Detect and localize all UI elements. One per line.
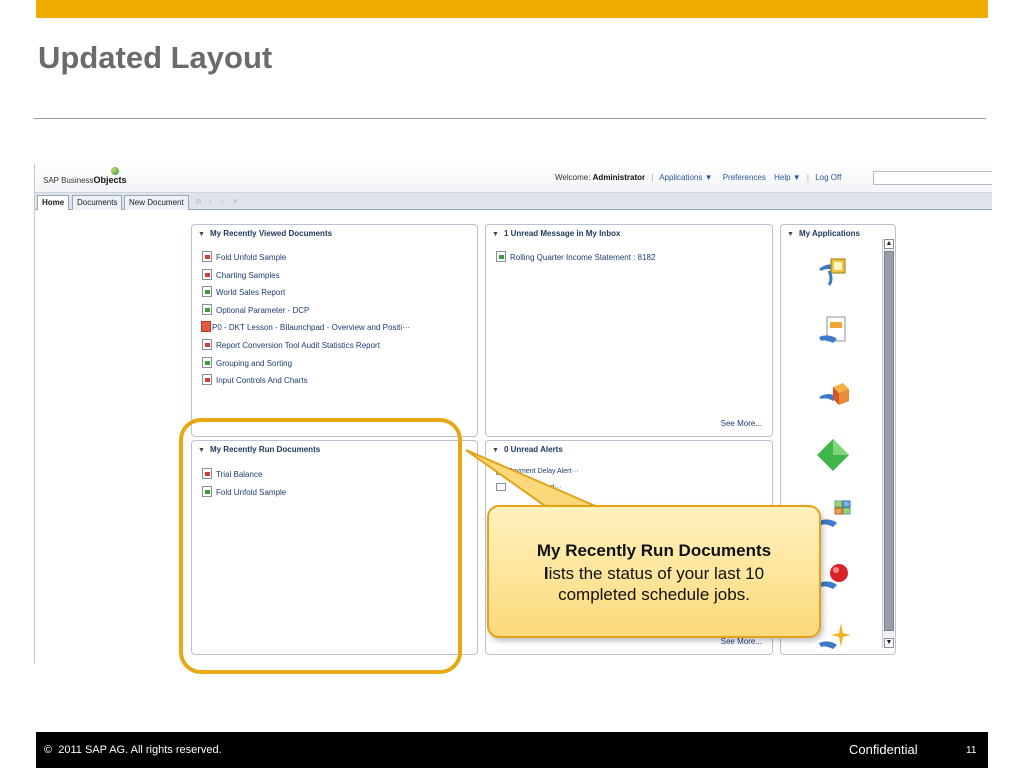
- green-report-icon: [202, 357, 212, 368]
- brand-logo-icon: [111, 167, 119, 175]
- brand-suffix: Objects: [93, 175, 127, 185]
- list-item[interactable]: Alert···: [496, 483, 561, 491]
- list-item[interactable]: Fold Unfold Sample: [202, 251, 286, 262]
- tab-prev-icon[interactable]: ‹: [209, 197, 212, 206]
- help-menu[interactable]: Help: [774, 173, 790, 182]
- list-item[interactable]: Input Controls And Charts: [202, 374, 308, 385]
- tab-documents[interactable]: Documents: [72, 195, 123, 210]
- applications-scrollbar[interactable]: ▲ ▼: [882, 239, 894, 648]
- copyright: © 2011 SAP AG. All rights reserved.: [44, 744, 222, 756]
- green-report-icon: [496, 251, 506, 262]
- red-report-icon: [202, 339, 212, 350]
- green-report-icon: [202, 304, 212, 315]
- list-item[interactable]: World Sales Report: [202, 286, 285, 297]
- tab-close-icon[interactable]: ×: [233, 197, 238, 206]
- list-item[interactable]: P0 - DKT Lesson - BIlaunchpad - Overview…: [201, 321, 410, 332]
- scrollbar-thumb[interactable]: [884, 251, 894, 631]
- callout-box: My Recently Run Documents lists the stat…: [487, 505, 821, 638]
- copyright-symbol: ©: [44, 744, 53, 756]
- recently-viewed-panel: ▼ My Recently Viewed Documents Fold Unfol…: [191, 224, 478, 437]
- report-writer-icon[interactable]: [815, 313, 851, 349]
- callout-body: lists the status of your last 10 complet…: [504, 563, 804, 605]
- footer: © 2011 SAP AG. All rights reserved. Conf…: [36, 732, 988, 768]
- collapse-caret-icon[interactable]: ▼: [787, 231, 794, 238]
- tab-home[interactable]: Home: [37, 195, 70, 210]
- brand-prefix: SAP Business: [43, 176, 94, 185]
- list-item[interactable]: Payment Delay Alert···: [496, 466, 578, 475]
- cube-icon[interactable]: [815, 377, 851, 413]
- powerpoint-icon: [201, 321, 211, 332]
- collapse-caret-icon[interactable]: ▼: [492, 231, 499, 238]
- tab-next-icon[interactable]: ›: [221, 197, 224, 206]
- diamond-icon[interactable]: [815, 437, 851, 473]
- copyright-text: 2011 SAP AG. All rights reserved.: [58, 744, 222, 756]
- page-number: 11: [966, 745, 977, 756]
- tab-new-document[interactable]: New Document: [124, 195, 189, 210]
- panel-title: My Applications: [798, 229, 860, 238]
- slide-title: Updated Layout: [38, 40, 273, 75]
- list-item[interactable]: Rolling Quarter Income Statement : 8182: [496, 251, 655, 262]
- list-item[interactable]: Grouping and Sorting: [202, 357, 292, 368]
- collapse-caret-icon[interactable]: ▼: [492, 447, 499, 454]
- inbox-panel: ▼ 1 Unread Message in My Inbox Rolling Qu…: [485, 224, 773, 437]
- red-report-icon: [202, 251, 212, 262]
- scroll-down-icon[interactable]: ▼: [884, 638, 894, 648]
- see-more-link[interactable]: See More...: [721, 419, 762, 428]
- help-chevron-icon[interactable]: ▼: [791, 173, 801, 182]
- brand-logo: SAP BusinessObjects: [43, 175, 127, 185]
- title-divider: [34, 118, 986, 119]
- app-header: SAP BusinessObjects Welcome: Administrat…: [35, 163, 992, 193]
- panel-title: 1 Unread Message in My Inbox: [503, 229, 621, 238]
- green-report-icon: [202, 286, 212, 297]
- list-item[interactable]: Report Conversion Tool Audit Statistics …: [202, 339, 380, 350]
- panel-title: 0 Unread Alerts: [503, 445, 563, 454]
- collapse-caret-icon[interactable]: ▼: [198, 231, 205, 238]
- log-off-link[interactable]: Log Off: [815, 173, 841, 182]
- recently-run-highlight: [179, 418, 462, 674]
- cmc-icon[interactable]: [815, 251, 851, 287]
- red-report-icon: [202, 374, 212, 385]
- user-name: Administrator: [592, 173, 646, 182]
- user-bar: Welcome: Administrator | Applications ▼ …: [555, 173, 842, 182]
- list-item[interactable]: Charting Samples: [202, 269, 280, 280]
- callout-title: My Recently Run Documents: [536, 541, 772, 560]
- red-report-icon: [202, 269, 212, 280]
- confidential-label: Confidential: [849, 742, 918, 757]
- list-item[interactable]: Optional Parameter - DCP: [202, 304, 309, 315]
- search-input[interactable]: [873, 171, 992, 185]
- mail-icon: [496, 483, 506, 491]
- applications-chevron-icon[interactable]: ▼: [702, 173, 713, 182]
- preferences-link[interactable]: Preferences: [723, 173, 766, 182]
- see-more-link[interactable]: See More...: [721, 637, 762, 646]
- scroll-up-icon[interactable]: ▲: [884, 239, 894, 249]
- callout-body-text: ists the status of your last 10 complete…: [548, 564, 765, 604]
- tab-bar: Home Documents New Document ⊘ ‹ › ×: [35, 193, 992, 210]
- applications-menu[interactable]: Applications: [659, 173, 702, 182]
- welcome-label: Welcome:: [555, 173, 591, 182]
- alert-icon: [496, 466, 504, 475]
- top-accent-bar: [36, 0, 988, 18]
- panel-title: My Recently Viewed Documents: [209, 229, 333, 238]
- pin-icon[interactable]: ⊘: [195, 197, 202, 206]
